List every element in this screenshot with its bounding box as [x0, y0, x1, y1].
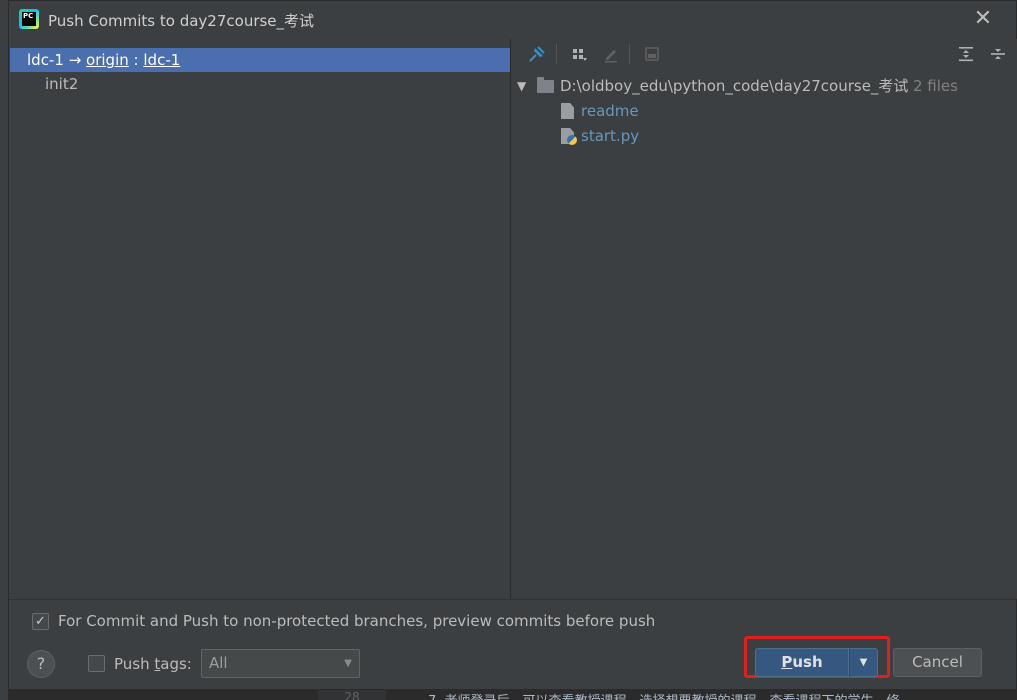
- branch-separator: :: [133, 51, 139, 69]
- dialog-titlebar: PC Push Commits to day27course_考试 ✕: [9, 1, 1016, 39]
- group-by-icon[interactable]: [569, 44, 589, 64]
- push-tags-label-pre: Push: [114, 655, 155, 673]
- help-button[interactable]: ?: [27, 650, 55, 678]
- collapse-all-icon[interactable]: [988, 44, 1008, 64]
- push-tags-label-post: ags:: [160, 655, 192, 673]
- cancel-button[interactable]: Cancel: [893, 648, 982, 677]
- commits-panel: ldc-1 → origin : ldc-1 init2: [10, 47, 510, 599]
- preview-commits-label: For Commit and Push to non-protected bra…: [58, 612, 656, 630]
- pycharm-logo-icon: PC: [19, 9, 39, 29]
- editor-code-line: 7. 老师登录后，可以查看教授课程，选择想要教授的课程，查看课程下的学生，修: [428, 690, 900, 700]
- push-tags-checkbox[interactable]: [88, 655, 105, 672]
- push-button[interactable]: Push: [755, 648, 849, 677]
- chevron-down-icon: ▼: [859, 657, 868, 668]
- commit-item[interactable]: init2: [45, 73, 78, 95]
- local-branch-label: ldc-1: [27, 51, 64, 69]
- changes-toolbar: [511, 39, 1017, 71]
- preview-commits-checkbox[interactable]: ✓: [32, 613, 49, 630]
- file-name: start.py: [581, 127, 640, 145]
- changes-panel: ▼ D:\oldboy_edu\python_code\day27course_…: [511, 39, 1017, 599]
- chevron-down-icon: ▼: [344, 658, 352, 669]
- editor-line-number: 28: [318, 690, 386, 700]
- push-tags-select[interactable]: All ▼: [201, 649, 360, 678]
- toolbar-separator: [556, 44, 557, 64]
- branch-row[interactable]: ldc-1 → origin : ldc-1: [10, 48, 510, 72]
- dialog-title: Push Commits to day27course_考试: [48, 12, 315, 30]
- bottom-divider: [9, 599, 1016, 600]
- expand-all-icon[interactable]: [956, 44, 976, 64]
- push-commits-dialog: PC Push Commits to day27course_考试 ✕ ldc-…: [8, 0, 1017, 690]
- push-tags-label: Push tags:: [114, 654, 192, 674]
- arrow-right-icon: →: [68, 51, 82, 69]
- text-file-icon: [561, 103, 574, 119]
- edit-source-icon[interactable]: [601, 44, 621, 64]
- remote-branch-link[interactable]: ldc-1: [143, 51, 180, 69]
- changed-file-row[interactable]: start.py: [561, 124, 861, 148]
- expand-arrow-icon[interactable]: ▼: [517, 74, 526, 98]
- push-button-mnemonic: P: [781, 653, 793, 671]
- pin-icon[interactable]: [527, 44, 547, 64]
- file-count: 2 files: [913, 77, 958, 95]
- changed-file-row[interactable]: readme: [561, 99, 861, 123]
- toolbar-separator: [629, 44, 630, 64]
- folder-icon: [537, 77, 554, 93]
- push-tags-value: All: [209, 654, 228, 672]
- remote-name-link[interactable]: origin: [86, 51, 129, 69]
- python-badge-icon: [567, 135, 577, 145]
- show-diff-icon[interactable]: [642, 44, 662, 64]
- push-button-label: ush: [792, 653, 823, 671]
- close-button[interactable]: ✕: [972, 8, 994, 30]
- ide-left-gutter: [0, 0, 8, 700]
- push-dropdown-button[interactable]: ▼: [849, 648, 878, 677]
- root-path: D:\oldboy_edu\python_code\day27course_考试: [560, 77, 909, 95]
- changes-root-node[interactable]: ▼ D:\oldboy_edu\python_code\day27course_…: [511, 74, 1017, 98]
- file-name: readme: [581, 102, 639, 120]
